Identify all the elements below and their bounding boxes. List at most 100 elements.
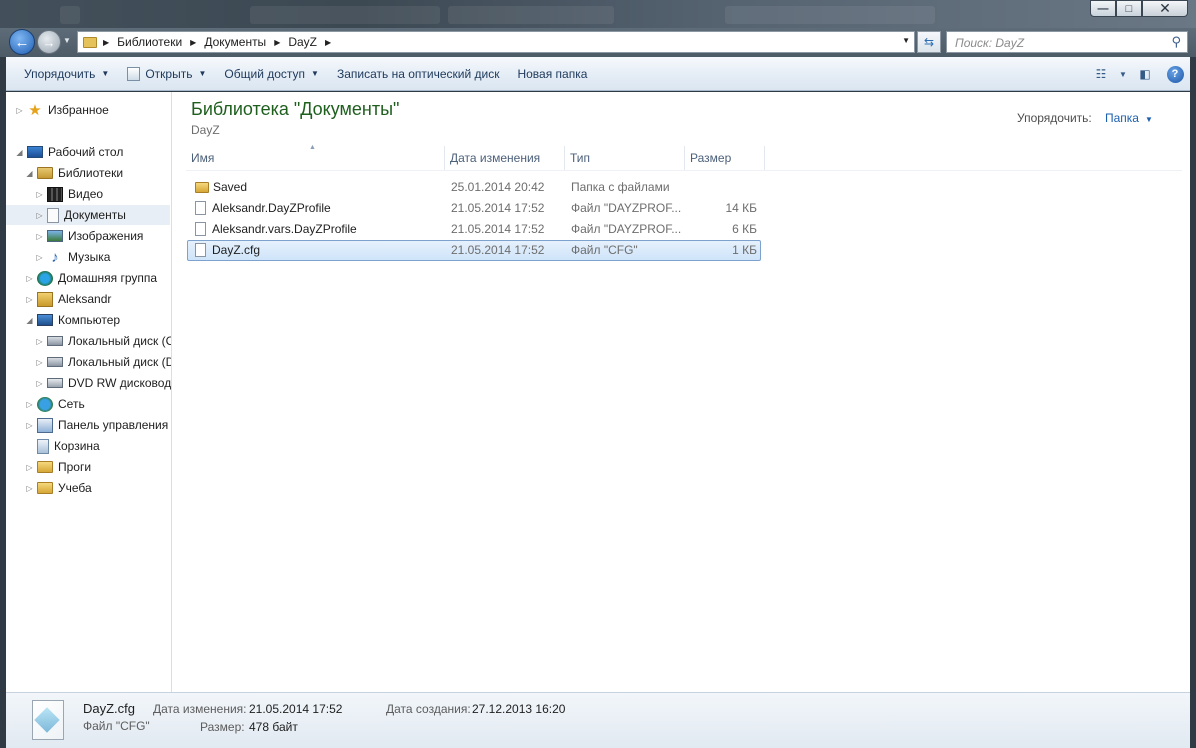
forward-button[interactable]: → (37, 30, 61, 54)
command-bar: Упорядочить ▼ Открыть ▼ Общий доступ ▼ Запи… (6, 57, 1190, 91)
column-header-name[interactable]: Имя (186, 146, 445, 170)
chevron-down-icon: ▼ (1119, 69, 1127, 79)
expand-icon[interactable]: ▷ (25, 274, 34, 283)
expand-icon[interactable]: ▷ (35, 337, 44, 346)
help-button[interactable]: ? (1160, 62, 1190, 86)
file-row-saved[interactable]: Saved 25.01.2014 20:42 Папка с файлами (187, 177, 761, 198)
nav-item-ucheba[interactable]: ▷ Учеба (25, 478, 91, 498)
details-size-value: 478 байт (249, 720, 298, 734)
preview-pane-button[interactable]: ◧ (1130, 62, 1160, 86)
file-name: DayZ.cfg (212, 243, 261, 257)
file-name-cell: Saved (195, 180, 247, 194)
file-size: 6 КБ (732, 222, 757, 236)
nav-item-user[interactable]: ▷ Aleksandr (25, 289, 111, 309)
refresh-button[interactable]: ⇆ (917, 31, 941, 53)
details-pane: DayZ.cfg Файл "CFG" Дата изменения: 21.0… (6, 692, 1190, 748)
expand-icon[interactable]: ▷ (25, 463, 34, 472)
collapse-icon[interactable]: ◢ (15, 148, 24, 157)
nav-item-label: Локальный диск (C:) (68, 334, 172, 348)
breadcrumb[interactable]: ▶ Библиотеки (103, 35, 190, 49)
recycle-bin-icon (37, 438, 49, 454)
organize-label: Упорядочить (24, 66, 96, 81)
view-dropdown[interactable]: ▼ (1116, 62, 1130, 86)
arrange-by-dropdown[interactable]: Папка ▼ (1105, 111, 1153, 125)
address-history-dropdown[interactable]: ▼ (902, 36, 910, 45)
nav-item-documents[interactable]: ▷ Документы (6, 205, 170, 225)
nav-item-music[interactable]: ▷ ♪ Музыка (35, 247, 110, 267)
nav-item-dvd[interactable]: ▷ DVD RW дисковод (E:) (35, 373, 171, 393)
file-row-aleksandr-vars[interactable]: Aleksandr.vars.DayZProfile 21.05.2014 17… (187, 219, 761, 240)
breadcrumb-documents[interactable]: Документы (204, 35, 266, 49)
address-bar[interactable]: ▶ Библиотеки ▶ Документы ▶ DayZ ▶ ▼ (77, 31, 915, 53)
file-size: 1 КБ (732, 243, 757, 257)
nav-item-homegroup[interactable]: ▷ Домашняя группа (25, 268, 157, 288)
nav-item-label: Видео (68, 187, 104, 201)
breadcrumb[interactable]: ▶ Документы (190, 35, 274, 49)
expand-icon[interactable]: ▷ (25, 421, 34, 430)
nav-item-libraries[interactable]: ◢ Библиотеки (25, 163, 123, 183)
expand-icon[interactable]: ▷ (35, 379, 44, 388)
open-file-icon (127, 66, 141, 81)
nav-item-network[interactable]: ▷ Сеть (25, 394, 85, 414)
back-button[interactable]: ← (9, 29, 35, 55)
search-input[interactable]: Поиск: DayZ ⚲ (946, 31, 1188, 53)
file-list-pane: Библиотека "Документы" DayZ Упорядочить:… (172, 92, 1190, 692)
share-button[interactable]: Общий доступ ▼ (215, 62, 328, 86)
expand-icon[interactable]: ▷ (35, 253, 44, 262)
minimize-button[interactable]: — (1090, 0, 1116, 17)
view-options-button[interactable]: ☷ (1086, 62, 1116, 86)
collapse-icon[interactable]: ◢ (25, 316, 34, 325)
search-icon[interactable]: ⚲ (1171, 34, 1181, 50)
header-divider (186, 170, 1182, 171)
blurred-tab (725, 6, 935, 24)
expand-icon[interactable]: ▷ (15, 106, 24, 115)
nav-item-control-panel[interactable]: ▷ Панель управления (25, 415, 168, 435)
nav-item-progi[interactable]: ▷ Проги (25, 457, 91, 477)
file-name-cell: Aleksandr.vars.DayZProfile (195, 222, 357, 236)
nav-item-disk-c[interactable]: ▷ Локальный диск (C:) (35, 331, 172, 351)
expand-icon[interactable]: ▷ (35, 211, 44, 220)
file-name-cell: DayZ.cfg (195, 243, 260, 257)
close-button[interactable]: ✕ (1142, 0, 1188, 17)
user-folder-icon (37, 291, 53, 307)
column-header-label: Дата изменения (450, 151, 541, 165)
expand-icon[interactable]: ▷ (35, 190, 44, 199)
nav-item-computer[interactable]: ◢ Компьютер (25, 310, 120, 330)
file-size: 14 КБ (725, 201, 757, 215)
breadcrumb-more[interactable]: ▶ (325, 38, 339, 47)
nav-item-favorites[interactable]: ▷ ★ Избранное (15, 100, 109, 120)
recent-pages-dropdown[interactable]: ▼ (63, 36, 71, 45)
expand-icon[interactable]: ▷ (25, 400, 34, 409)
column-header-type[interactable]: Тип (565, 146, 685, 170)
refresh-icon: ⇆ (923, 35, 935, 49)
nav-item-images[interactable]: ▷ Изображения (35, 226, 143, 246)
nav-item-disk-d[interactable]: ▷ Локальный диск (D:) (35, 352, 171, 372)
chevron-down-icon: ▼ (101, 69, 110, 78)
chevron-right-icon: ▶ (274, 37, 281, 47)
organize-button[interactable]: Упорядочить ▼ (15, 62, 118, 86)
new-folder-button[interactable]: Новая папка (508, 62, 596, 86)
nav-item-video[interactable]: ▷ Видео (35, 184, 103, 204)
expand-icon[interactable]: ▷ (35, 358, 44, 367)
nav-item-label: Музыка (68, 250, 111, 264)
nav-item-label: Избранное (48, 103, 109, 117)
open-button[interactable]: Открыть ▼ (118, 62, 215, 86)
burn-disc-button[interactable]: Записать на оптический диск (328, 62, 509, 86)
file-row-aleksandr-profile[interactable]: Aleksandr.DayZProfile 21.05.2014 17:52 Ф… (187, 198, 761, 219)
control-panel-icon (37, 417, 53, 433)
nav-item-recycle-bin[interactable]: Корзина (25, 436, 100, 456)
breadcrumb[interactable]: ▶ DayZ (274, 35, 325, 49)
file-row-dayz-cfg[interactable]: DayZ.cfg 21.05.2014 17:52 Файл "CFG" 1 К… (187, 240, 761, 261)
column-header-size[interactable]: Размер (685, 146, 765, 170)
breadcrumb-dayz[interactable]: DayZ (288, 35, 317, 49)
nav-item-label: Документы (64, 208, 126, 222)
nav-item-desktop[interactable]: ◢ Рабочий стол (15, 142, 123, 162)
expand-icon[interactable]: ▷ (25, 484, 34, 493)
chevron-down-icon: ▼ (311, 69, 319, 78)
expand-icon[interactable]: ▷ (25, 295, 34, 304)
breadcrumb-libraries[interactable]: Библиотеки (117, 35, 182, 49)
collapse-icon[interactable]: ◢ (25, 169, 34, 178)
expand-icon[interactable]: ▷ (35, 232, 44, 241)
maximize-button[interactable]: □ (1116, 0, 1142, 17)
column-header-date[interactable]: Дата изменения (445, 146, 565, 170)
